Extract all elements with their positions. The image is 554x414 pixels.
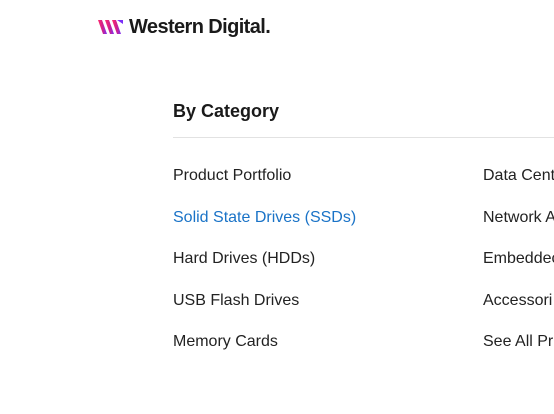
category-item: Memory Cards [173, 332, 356, 374]
western-digital-logo-icon [98, 20, 123, 34]
category-link-hdds[interactable]: Hard Drives (HDDs) [173, 250, 315, 267]
category-item: Solid State Drives (SSDs) [173, 208, 356, 250]
category-link-memory-cards[interactable]: Memory Cards [173, 333, 278, 350]
section-divider [173, 137, 554, 138]
category-item: Data Cent [483, 166, 554, 208]
category-link-embedded[interactable]: Embeddec [483, 250, 554, 267]
category-link-usb-flash-drives[interactable]: USB Flash Drives [173, 292, 299, 309]
category-item: Hard Drives (HDDs) [173, 249, 356, 291]
category-item: Product Portfolio [173, 166, 356, 208]
category-link-see-all-products[interactable]: See All Pr [483, 333, 553, 350]
category-item: Network A [483, 208, 554, 250]
category-item: See All Pr [483, 332, 554, 374]
category-link-product-portfolio[interactable]: Product Portfolio [173, 167, 291, 184]
category-list-right: Data Cent Network A Embeddec Accessori S… [483, 166, 554, 374]
category-item: Embeddec [483, 249, 554, 291]
category-link-data-center[interactable]: Data Cent [483, 167, 554, 184]
category-list-left: Product Portfolio Solid State Drives (SS… [173, 166, 356, 374]
brand-name: Western Digital. [129, 15, 271, 38]
category-item: Accessori [483, 291, 554, 333]
category-link-ssds[interactable]: Solid State Drives (SSDs) [173, 209, 356, 226]
category-item: USB Flash Drives [173, 291, 356, 333]
category-link-accessories[interactable]: Accessori [483, 292, 552, 309]
category-link-network-attached[interactable]: Network A [483, 209, 554, 226]
brand-logo[interactable]: Western Digital. [98, 15, 271, 39]
category-heading: By Category [173, 101, 280, 121]
